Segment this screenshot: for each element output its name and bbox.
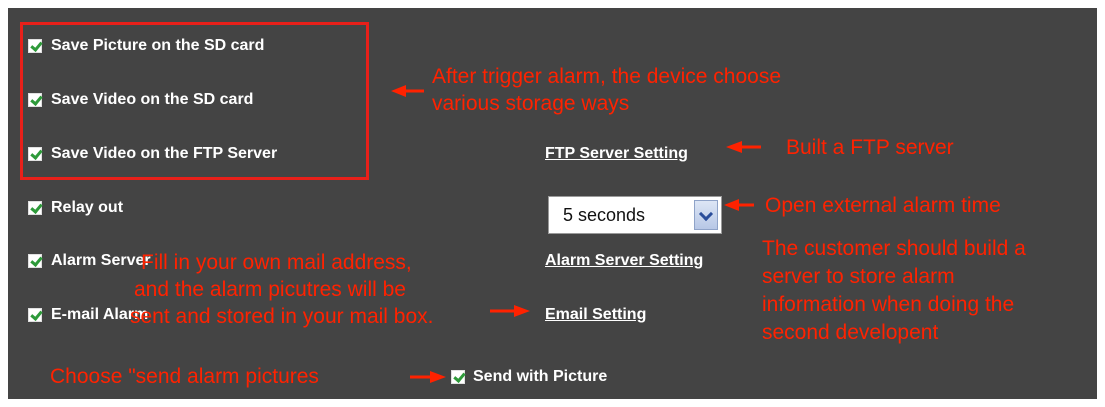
storage-annotation-line2: various storage ways	[432, 92, 630, 115]
arrow-right-icon	[410, 371, 446, 383]
storage-annotation-line1: After trigger alarm, the device choose	[432, 65, 782, 88]
server-annotation-line1: The customer should build a	[762, 237, 1026, 260]
mail-annotation-line1: Fill in your own mail address,	[141, 251, 412, 274]
arrow-left-icon	[726, 141, 761, 153]
pictures-annotation: Choose "send alarm pictures	[50, 365, 319, 388]
server-annotation-line3: information when doing the	[762, 293, 1015, 316]
relay-annotation: Open external alarm time	[765, 194, 1001, 217]
mail-annotation-line2: and the alarm picutres will be	[134, 278, 406, 301]
alarm-settings-panel: Save Picture on the SD card Save Video o…	[8, 8, 1097, 399]
arrow-left-icon	[724, 199, 754, 211]
ftp-annotation: Built a FTP server	[786, 136, 954, 159]
server-annotation-line4: second developent	[762, 321, 939, 344]
mail-annotation-line3: sent and stored in your mail box.	[130, 305, 434, 328]
arrow-right-icon	[490, 305, 530, 317]
arrow-left-icon	[391, 85, 424, 97]
server-annotation-line2: server to store alarm	[762, 265, 955, 288]
